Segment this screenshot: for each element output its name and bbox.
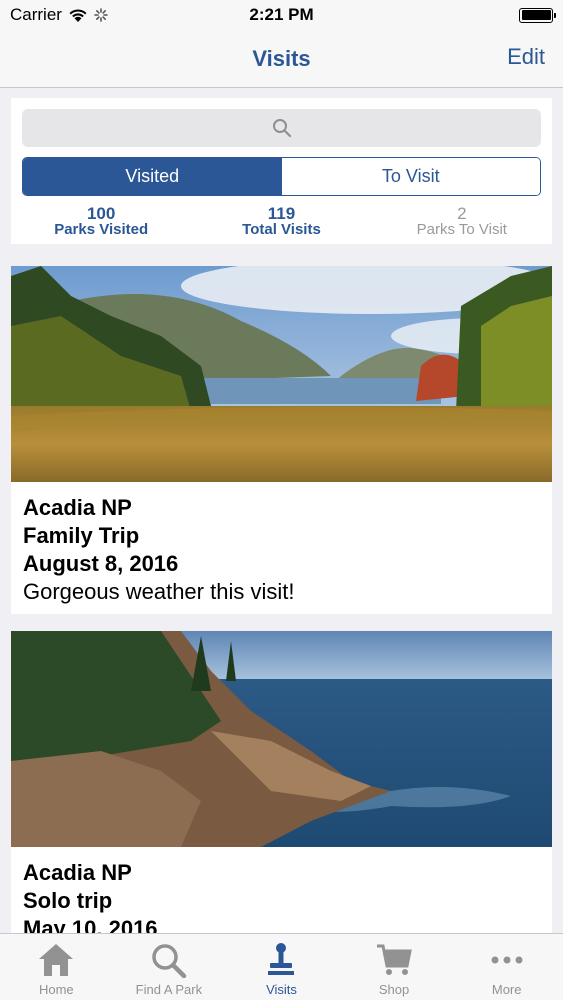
visit-park-name: Acadia NP bbox=[23, 860, 132, 885]
status-bar: Carrier 2:21 PM bbox=[0, 0, 563, 30]
battery-icon bbox=[519, 7, 556, 23]
visit-title: Solo trip bbox=[23, 888, 113, 913]
stat-value: 119 bbox=[267, 204, 296, 223]
tab-label: Find A Park bbox=[135, 982, 203, 997]
stat-parks-visited: 100 Parks Visited bbox=[11, 204, 191, 240]
more-icon bbox=[491, 956, 523, 964]
tab-label: More bbox=[491, 982, 522, 997]
tab-find-a-park[interactable]: Find A Park bbox=[113, 934, 226, 1000]
search-input[interactable] bbox=[22, 109, 541, 147]
visits-header-panel: Visited To Visit 100 Parks Visited 119 T… bbox=[11, 98, 552, 244]
stat-parks-to-visit: 2 Parks To Visit bbox=[372, 204, 552, 240]
status-left: Carrier bbox=[10, 5, 210, 25]
stat-label: Parks Visited bbox=[54, 221, 149, 238]
visit-date: May 10, 2016 bbox=[23, 916, 158, 933]
tab-visits[interactable]: Visits bbox=[225, 934, 338, 1000]
tab-bar: Home Find A Park Visits Shop More bbox=[0, 933, 563, 1000]
search-icon bbox=[152, 944, 187, 978]
edit-button[interactable]: Edit bbox=[507, 44, 545, 70]
visit-filter-segmented-control: Visited To Visit bbox=[22, 157, 541, 196]
page-title: Visits bbox=[252, 45, 311, 71]
search-icon bbox=[272, 119, 291, 138]
tab-shop[interactable]: Shop bbox=[338, 934, 451, 1000]
visit-details: Acadia NP Solo trip May 10, 2016 bbox=[11, 847, 552, 933]
wifi-icon bbox=[69, 8, 87, 22]
tab-more[interactable]: More bbox=[450, 934, 563, 1000]
tab-label: Home bbox=[38, 982, 74, 997]
stat-value: 100 bbox=[86, 204, 116, 223]
status-time: 2:21 PM bbox=[249, 5, 314, 24]
stat-value: 2 bbox=[457, 204, 467, 223]
stamp-icon bbox=[268, 943, 295, 975]
navigation-bar: Visits Edit bbox=[0, 30, 563, 88]
visit-card[interactable]: Acadia NP Family Trip August 8, 2016 Gor… bbox=[11, 266, 552, 614]
stat-label: Total Visits bbox=[242, 221, 321, 238]
visit-title: Family Trip bbox=[23, 523, 140, 548]
visit-park-name: Acadia NP bbox=[23, 495, 132, 520]
status-right bbox=[353, 7, 556, 23]
stat-total-visits: 119 Total Visits bbox=[191, 204, 371, 240]
cart-icon bbox=[377, 944, 412, 975]
tab-home[interactable]: Home bbox=[0, 934, 113, 1000]
segment-to-visit[interactable]: To Visit bbox=[281, 158, 540, 195]
visit-note: Gorgeous weather this visit! bbox=[23, 579, 295, 604]
activity-spinner-icon bbox=[94, 8, 108, 22]
visit-details: Acadia NP Family Trip August 8, 2016 Gor… bbox=[11, 482, 552, 606]
visit-stats: 100 Parks Visited 119 Total Visits 2 Par… bbox=[11, 204, 552, 240]
park-photo bbox=[11, 631, 552, 847]
carrier-label: Carrier bbox=[10, 5, 62, 24]
park-photo bbox=[11, 266, 552, 482]
stat-label: Parks To Visit bbox=[416, 221, 507, 238]
tab-label: Shop bbox=[378, 982, 410, 997]
segment-visited[interactable]: Visited bbox=[23, 158, 282, 195]
home-icon bbox=[39, 944, 74, 976]
visit-card[interactable]: Acadia NP Solo trip May 10, 2016 bbox=[11, 631, 552, 933]
visit-date: August 8, 2016 bbox=[23, 551, 179, 576]
tab-label: Visits bbox=[266, 982, 297, 997]
